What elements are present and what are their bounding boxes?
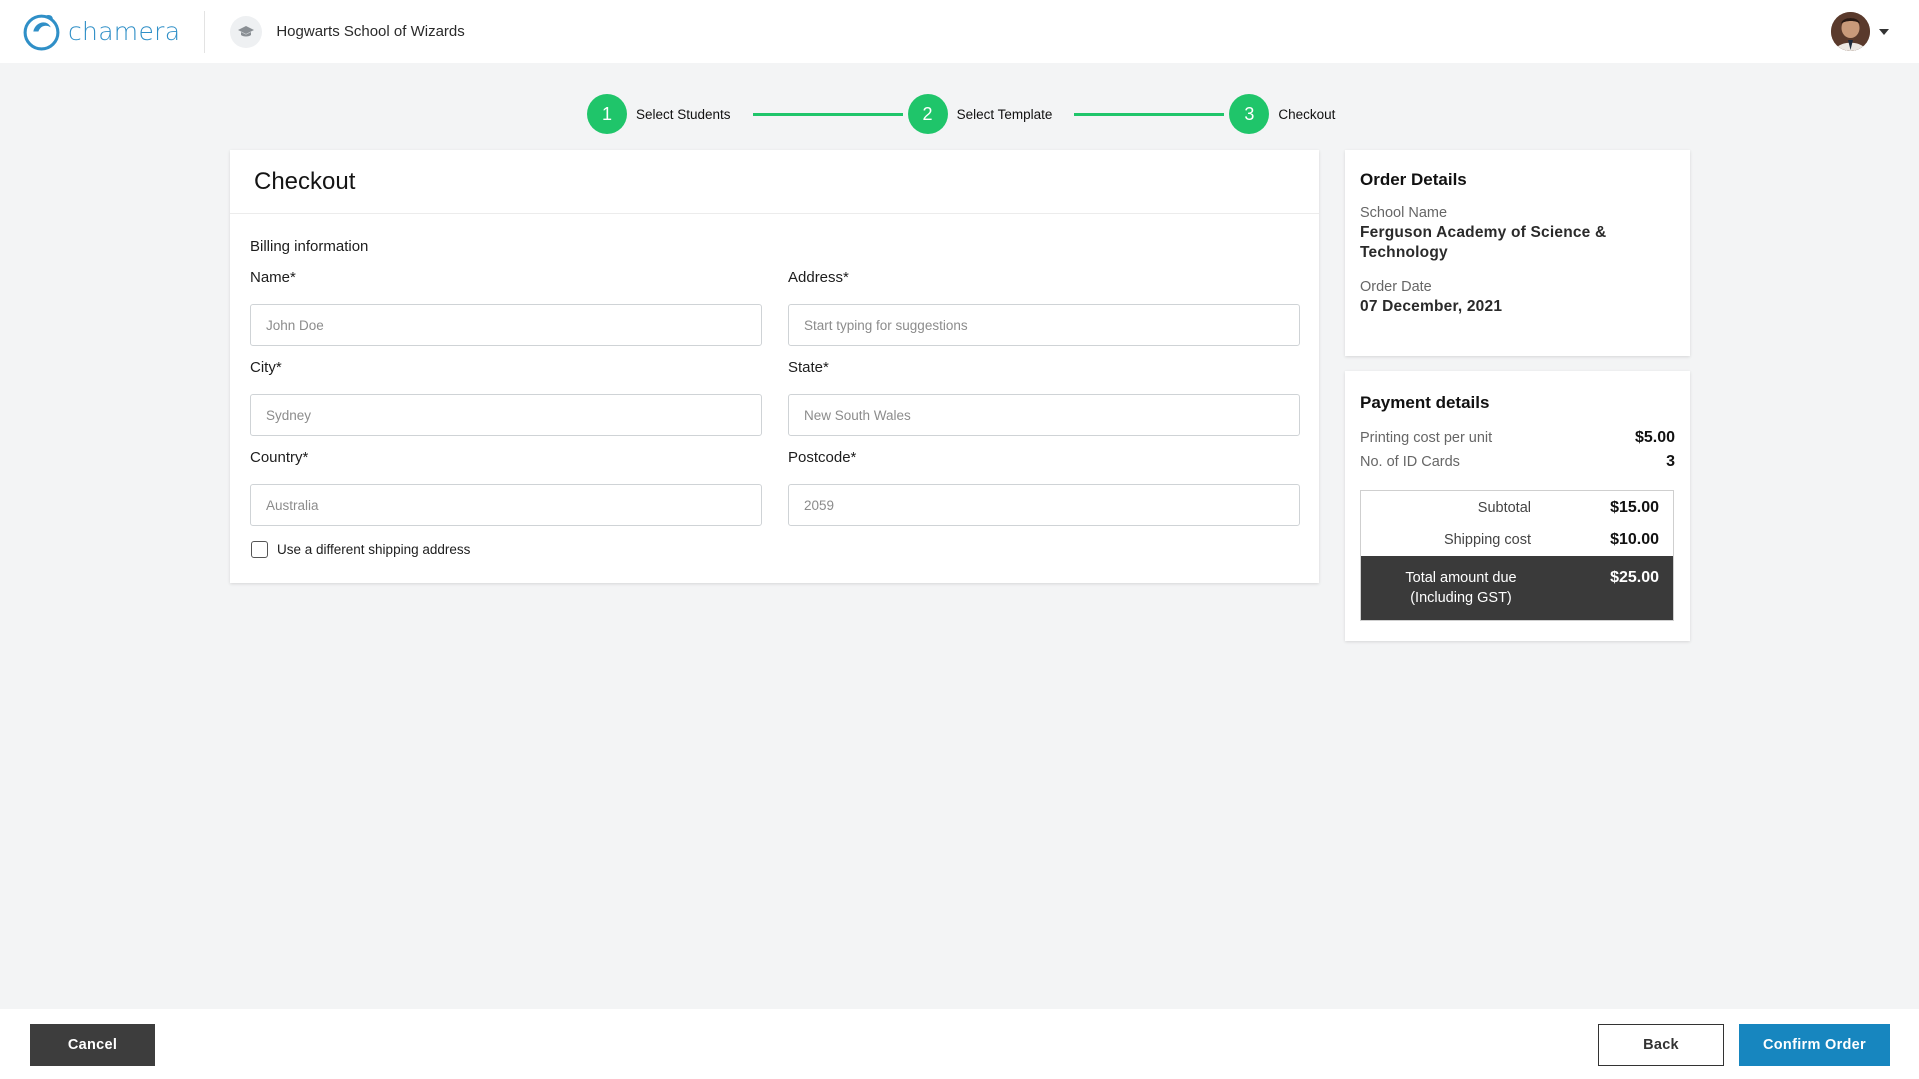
- checkout-header: Checkout: [230, 150, 1319, 214]
- school-name-label: School Name: [1360, 205, 1448, 221]
- shipping-row: Shipping cost $10.00: [1361, 524, 1673, 556]
- id-cards-label: No. of ID Cards: [1360, 454, 1460, 470]
- step-label: Checkout: [1278, 106, 1336, 122]
- order-details-card: Order Details School Name Ferguson Acade…: [1345, 150, 1690, 356]
- total-value: $25.00: [1610, 569, 1659, 586]
- step-number: 1: [587, 94, 627, 134]
- name-field: Name* John Doe: [250, 269, 762, 346]
- footer-bar: Cancel Back Confirm Order: [0, 1009, 1919, 1079]
- address-field: Address* Start typing for suggestions: [788, 269, 1300, 346]
- id-cards-value: 3: [1666, 453, 1675, 470]
- city-label: City*: [250, 359, 282, 376]
- total-row: Total amount due (Including GST) $25.00: [1361, 556, 1673, 620]
- postcode-label: Postcode*: [788, 449, 857, 466]
- cost-summary: Subtotal $15.00 Shipping cost $10.00 Tot…: [1360, 490, 1674, 621]
- brand[interactable]: chamera: [21, 10, 206, 53]
- state-label: State*: [788, 359, 829, 376]
- name-label: Name*: [250, 269, 296, 286]
- subtotal-label: Subtotal: [1477, 500, 1531, 516]
- order-date-label: Order Date: [1360, 279, 1432, 295]
- confirm-order-button[interactable]: Confirm Order: [1739, 1024, 1890, 1066]
- user-menu[interactable]: [1831, 12, 1889, 51]
- checkout-card: Checkout Billing information Name* John …: [230, 150, 1319, 583]
- payment-details-title: Payment details: [1360, 393, 1490, 412]
- city-input[interactable]: Sydney: [250, 394, 762, 436]
- step-connector: [1074, 112, 1225, 116]
- total-label-line1: Total amount due: [1405, 570, 1517, 586]
- country-input[interactable]: Australia: [250, 484, 762, 526]
- school-name: Hogwarts School of Wizards: [276, 23, 465, 40]
- brand-name: chamera: [68, 17, 181, 46]
- address-input[interactable]: Start typing for suggestions: [788, 304, 1300, 346]
- top-bar: chamera Hogwarts School of Wizards: [0, 0, 1919, 63]
- shipping-label: Shipping cost: [1443, 532, 1531, 548]
- billing-section-title: Billing information: [250, 238, 369, 255]
- address-label: Address*: [788, 269, 849, 286]
- shipping-address-checkbox[interactable]: [251, 541, 268, 558]
- id-cards-row: No. of ID Cards 3: [1360, 450, 1675, 474]
- step-number: 2: [907, 94, 948, 134]
- total-label: Total amount due (Including GST): [1361, 568, 1531, 608]
- school-switcher[interactable]: Hogwarts School of Wizards: [230, 15, 465, 48]
- postcode-field: Postcode* 2059: [788, 449, 1300, 526]
- progress-stepper: 1 Select Students 2 Select Template 3 Ch…: [587, 94, 1335, 134]
- step-label: Select Students: [636, 106, 731, 122]
- postcode-input[interactable]: 2059: [788, 484, 1300, 526]
- page-title: Checkout: [254, 167, 356, 195]
- printing-cost-row: Printing cost per unit $5.00: [1360, 426, 1675, 450]
- step-label: Select Template: [956, 106, 1053, 122]
- step-select-template: 2 Select Template: [907, 94, 1053, 134]
- total-label-line2: (Including GST): [1410, 590, 1512, 606]
- avatar[interactable]: [1831, 12, 1870, 51]
- step-connector: [752, 112, 903, 116]
- graduation-cap-icon: [230, 15, 263, 48]
- country-label: Country*: [250, 449, 309, 466]
- chamera-logo-icon: [23, 14, 60, 51]
- state-input[interactable]: New South Wales: [788, 394, 1300, 436]
- state-field: State* New South Wales: [788, 359, 1300, 436]
- step-select-students: 1 Select Students: [587, 94, 731, 134]
- shipping-address-toggle[interactable]: Use a different shipping address: [251, 541, 470, 558]
- step-checkout: 3 Checkout: [1229, 94, 1335, 134]
- cancel-button[interactable]: Cancel: [30, 1024, 155, 1066]
- printing-cost-label: Printing cost per unit: [1360, 430, 1493, 446]
- country-field: Country* Australia: [250, 449, 762, 526]
- name-input[interactable]: John Doe: [250, 304, 762, 346]
- order-date-value: 07 December, 2021: [1360, 298, 1503, 315]
- step-number: 3: [1229, 94, 1270, 134]
- shipping-value: $10.00: [1610, 531, 1659, 548]
- back-button[interactable]: Back: [1598, 1024, 1724, 1066]
- school-name-value: Ferguson Academy of Science & Technology: [1360, 224, 1607, 261]
- subtotal-value: $15.00: [1610, 499, 1659, 516]
- subtotal-row: Subtotal $15.00: [1361, 492, 1673, 524]
- payment-details-card: Payment details Printing cost per unit $…: [1345, 371, 1690, 641]
- printing-cost-value: $5.00: [1634, 429, 1675, 446]
- chevron-down-icon[interactable]: [1879, 28, 1889, 35]
- city-field: City* Sydney: [250, 359, 762, 436]
- shipping-address-label[interactable]: Use a different shipping address: [277, 542, 470, 557]
- order-details-title: Order Details: [1360, 170, 1467, 189]
